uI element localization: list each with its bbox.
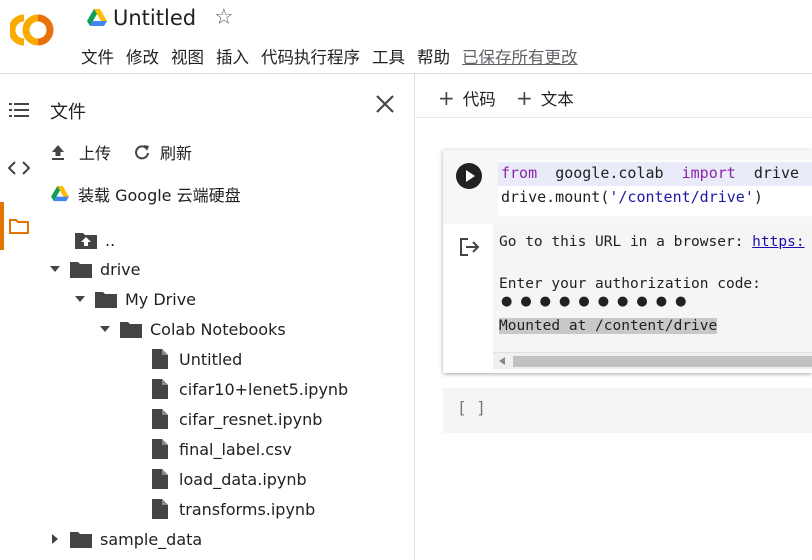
tree-label: cifar_resnet.ipynb (179, 409, 323, 429)
notebook-main: + 代码 + 文本 from google.colab import drive… (416, 74, 812, 560)
file-icon (149, 499, 171, 519)
files-folder-icon[interactable] (0, 210, 37, 242)
menu-edit[interactable]: 修改 (126, 44, 159, 68)
code-editor[interactable]: from google.colab import drive drive.mou… (498, 160, 812, 216)
tree-item-file[interactable]: load_data.ipynb (149, 466, 307, 492)
notebook-toolbar: + 代码 + 文本 (416, 74, 812, 118)
add-text-button[interactable]: + 文本 (516, 86, 574, 110)
tree-label: Untitled (179, 349, 243, 369)
colab-logo[interactable] (10, 12, 64, 48)
add-text-label: 文本 (540, 90, 574, 109)
close-icon[interactable] (373, 92, 397, 116)
folder-icon (95, 291, 117, 308)
code-cell-input: from google.colab import drive drive.mou… (443, 150, 812, 224)
tree-label: drive (100, 259, 141, 279)
folder-icon (70, 261, 92, 278)
tree-item-file[interactable]: cifar_resnet.ipynb (149, 406, 322, 432)
code-snippets-icon[interactable] (0, 152, 37, 184)
output-line-url: Go to this URL in a browser: https: (499, 234, 805, 250)
notebook-title[interactable]: Untitled (113, 6, 196, 30)
tree-item-file[interactable]: final_label.csv (149, 436, 292, 462)
add-code-label: 代码 (462, 90, 496, 109)
menu-runtime[interactable]: 代码执行程序 (261, 44, 360, 68)
refresh-label: 刷新 (160, 144, 193, 163)
upload-button[interactable]: 上传 (51, 140, 111, 164)
folder-icon (70, 531, 92, 548)
code-cell[interactable]: from google.colab import drive drive.mou… (443, 150, 812, 373)
menu-view[interactable]: 视图 (171, 44, 204, 68)
mount-drive-button[interactable]: 装载 Google 云端硬盘 (51, 182, 241, 206)
menu-insert[interactable]: 插入 (216, 44, 249, 68)
folder-icon (120, 321, 142, 338)
file-icon (149, 349, 171, 369)
password-dots[interactable]: ●●●●●●●●●● (501, 294, 694, 309)
code-line-1: from google.colab import drive (501, 164, 800, 182)
file-icon (149, 469, 171, 489)
tree-label: .. (105, 230, 116, 250)
mount-drive-label: 装载 Google 云端硬盘 (78, 186, 241, 205)
output-exit-icon[interactable] (459, 238, 481, 256)
auth-url-link[interactable]: https: (752, 234, 804, 250)
tree-item-my-drive[interactable]: My Drive (73, 286, 196, 312)
horizontal-scrollbar[interactable] (493, 352, 812, 369)
output-line-mounted: Mounted at /content/drive (499, 318, 718, 334)
panel-title: 文件 (50, 102, 86, 123)
tree-label: My Drive (125, 289, 197, 309)
output-area: Go to this URL in a browser: https: Ente… (493, 224, 812, 352)
google-drive-icon[interactable] (87, 9, 107, 27)
left-rail (0, 74, 37, 560)
menu-bar: 文件 修改 视图 插入 代码执行程序 工具 帮助 已保存所有更改 (81, 44, 590, 68)
tree-label: Colab Notebooks (150, 319, 286, 339)
google-drive-icon (51, 186, 69, 202)
tree-item-colab-notebooks[interactable]: Colab Notebooks (98, 316, 286, 342)
code-cell-output: Go to this URL in a browser: https: Ente… (443, 224, 812, 373)
expand-arrow-down-icon[interactable] (48, 266, 62, 272)
run-cell-button[interactable] (456, 163, 482, 189)
tree-item-drive[interactable]: drive (48, 256, 141, 282)
tree-label: cifar10+lenet5.ipynb (179, 379, 349, 399)
save-status[interactable]: 已保存所有更改 (462, 44, 578, 68)
star-icon[interactable]: ☆ (214, 5, 234, 30)
tree-item-file[interactable]: Untitled (149, 346, 242, 372)
tree-item-sample-data[interactable]: sample_data (48, 526, 202, 552)
tree-item-file[interactable]: transforms.ipynb (149, 496, 315, 522)
expand-arrow-right-icon[interactable] (48, 534, 62, 544)
expand-arrow-down-icon[interactable] (73, 296, 87, 302)
tree-label: load_data.ipynb (179, 469, 307, 489)
code-line-2: drive.mount('/content/drive') (501, 188, 763, 206)
expand-arrow-down-icon[interactable] (98, 326, 112, 332)
tree-item-parent[interactable]: .. (75, 227, 115, 253)
header: Untitled ☆ 文件 修改 视图 插入 代码执行程序 工具 帮助 已保存所… (0, 0, 812, 74)
tree-item-file[interactable]: cifar10+lenet5.ipynb (149, 376, 348, 402)
menu-file[interactable]: 文件 (81, 44, 114, 68)
folder-up-icon (75, 232, 97, 249)
refresh-icon (135, 145, 149, 160)
menu-help[interactable]: 帮助 (417, 44, 450, 68)
add-code-button[interactable]: + 代码 (438, 86, 496, 110)
menu-tools[interactable]: 工具 (372, 44, 405, 68)
plus-icon: + (438, 86, 455, 110)
scrollbar-thumb[interactable] (513, 356, 812, 367)
file-icon (149, 379, 171, 399)
tree-label: transforms.ipynb (179, 499, 316, 519)
upload-label: 上传 (79, 144, 112, 163)
cell-execution-count: [ ] (457, 398, 486, 417)
refresh-button[interactable]: 刷新 (134, 140, 192, 164)
empty-code-cell[interactable]: [ ] (443, 388, 812, 433)
tree-label: sample_data (100, 529, 203, 549)
output-line-prompt: Enter your authorization code: (499, 276, 761, 292)
plus-icon: + (516, 86, 533, 110)
scroll-left-icon[interactable] (499, 357, 505, 365)
tree-label: final_label.csv (179, 439, 292, 459)
file-icon (149, 409, 171, 429)
toc-icon[interactable] (0, 94, 37, 126)
files-panel: 文件 上传 刷新 装载 Google 云端硬盘 .. drive My Driv… (37, 74, 415, 560)
upload-icon (52, 145, 64, 160)
file-icon (149, 439, 171, 459)
